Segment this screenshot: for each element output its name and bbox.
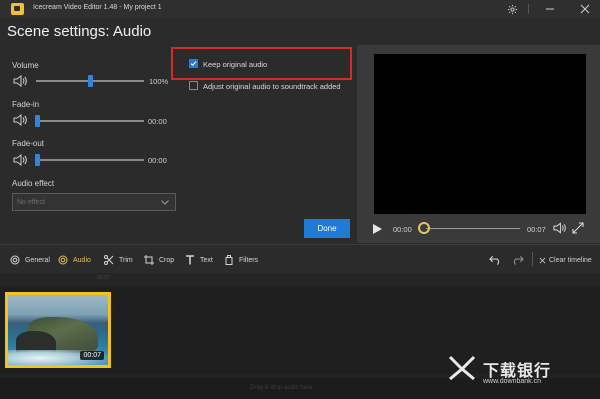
- crop-icon: [144, 255, 154, 265]
- tab-general[interactable]: General: [9, 250, 50, 270]
- clip-duration-badge: 00:07: [80, 351, 104, 360]
- fullscreen-icon[interactable]: [572, 222, 584, 234]
- fade-out-slider-track[interactable]: [36, 159, 144, 161]
- adjust-original-audio-checkbox[interactable]: [189, 81, 198, 90]
- audio-effect-placeholder: No effect: [17, 199, 45, 206]
- settings-button[interactable]: [497, 0, 527, 18]
- redo-icon: [513, 255, 524, 266]
- audio-effect-label: Audio effect: [12, 179, 55, 188]
- play-icon[interactable]: [371, 223, 383, 235]
- scissors-icon: [104, 255, 114, 265]
- toolbar-separator: [532, 252, 533, 266]
- tab-crop-label: Crop: [159, 256, 175, 264]
- timeline-ruler: [0, 273, 600, 285]
- speaker-icon: [13, 75, 27, 87]
- gear-icon: [10, 255, 20, 265]
- minimize-icon: [546, 8, 554, 10]
- seek-knob[interactable]: [418, 222, 430, 234]
- page-title: Scene settings: Audio: [7, 23, 152, 40]
- text-icon: [186, 255, 194, 265]
- tab-audio-label: Audio: [73, 256, 91, 264]
- fade-in-value: 00:00: [148, 117, 167, 126]
- keep-original-audio-checkbox[interactable]: [189, 59, 198, 68]
- audio-drop-hint: Drag & drop audio here: [250, 385, 313, 391]
- fade-in-slider-thumb[interactable]: [35, 115, 40, 127]
- close-icon: [580, 4, 590, 14]
- gear-icon: [58, 255, 68, 265]
- titlebar-separator: [528, 4, 529, 14]
- fade-out-value: 00:00: [148, 156, 167, 165]
- chevron-down-icon: [161, 200, 169, 205]
- watermark-logo-icon: [448, 355, 476, 381]
- tab-general-label: General: [25, 256, 50, 264]
- tab-filters[interactable]: Filters: [223, 250, 258, 270]
- tab-filters-label: Filters: [239, 256, 259, 264]
- video-preview[interactable]: [374, 54, 586, 214]
- redo-button[interactable]: [511, 253, 524, 267]
- done-button[interactable]: Done: [304, 219, 350, 238]
- adjust-original-audio-label[interactable]: Adjust original audio to soundtrack adde…: [203, 82, 341, 91]
- fade-out-label: Fade-out: [12, 139, 45, 148]
- tab-trim[interactable]: Trim: [103, 250, 133, 270]
- clear-timeline-button[interactable]: Clear timeline: [539, 253, 592, 267]
- watermark-url: www.downbank.cn: [483, 378, 541, 385]
- minimize-button[interactable]: [535, 0, 565, 18]
- tab-trim-label: Trim: [119, 256, 133, 264]
- fade-in-slider-track[interactable]: [36, 120, 144, 122]
- video-clip-thumbnail[interactable]: 00:07: [5, 292, 111, 368]
- audio-effect-select[interactable]: No effect: [12, 193, 176, 211]
- clear-timeline-label: Clear timeline: [549, 256, 592, 264]
- speaker-icon: [13, 114, 27, 126]
- gear-icon: [507, 4, 517, 14]
- undo-button[interactable]: [489, 253, 502, 267]
- fade-out-slider-thumb[interactable]: [35, 154, 40, 166]
- volume-slider-thumb[interactable]: [88, 75, 93, 87]
- checkmark-icon: [190, 61, 197, 67]
- volume-label: Volume: [12, 61, 39, 70]
- close-icon: [539, 257, 546, 263]
- undo-icon: [489, 255, 500, 266]
- fade-in-label: Fade-in: [12, 100, 40, 109]
- editor-toolbar: General Audio Trim Crop Text Filters Cle…: [0, 244, 600, 275]
- window-title: Icecream Video Editor 1.48 - My project …: [33, 4, 162, 11]
- tab-text-label: Text: [200, 256, 213, 264]
- filters-icon: [225, 255, 233, 265]
- volume-icon[interactable]: [553, 222, 566, 234]
- title-bar: Icecream Video Editor 1.48 - My project …: [0, 0, 600, 18]
- seek-bar[interactable]: [426, 228, 520, 229]
- close-button[interactable]: [570, 0, 600, 18]
- tab-crop[interactable]: Crop: [143, 250, 174, 270]
- keep-original-audio-label[interactable]: Keep original audio: [203, 60, 267, 69]
- speaker-icon: [13, 154, 27, 166]
- ruler-mark: 00:07: [97, 275, 110, 281]
- current-time: 00:00: [393, 225, 412, 234]
- app-logo-icon: [11, 3, 24, 15]
- tab-audio[interactable]: Audio: [57, 250, 91, 275]
- tab-text[interactable]: Text: [184, 250, 213, 270]
- duration-time: 00:07: [527, 225, 546, 234]
- volume-value: 100%: [149, 77, 169, 86]
